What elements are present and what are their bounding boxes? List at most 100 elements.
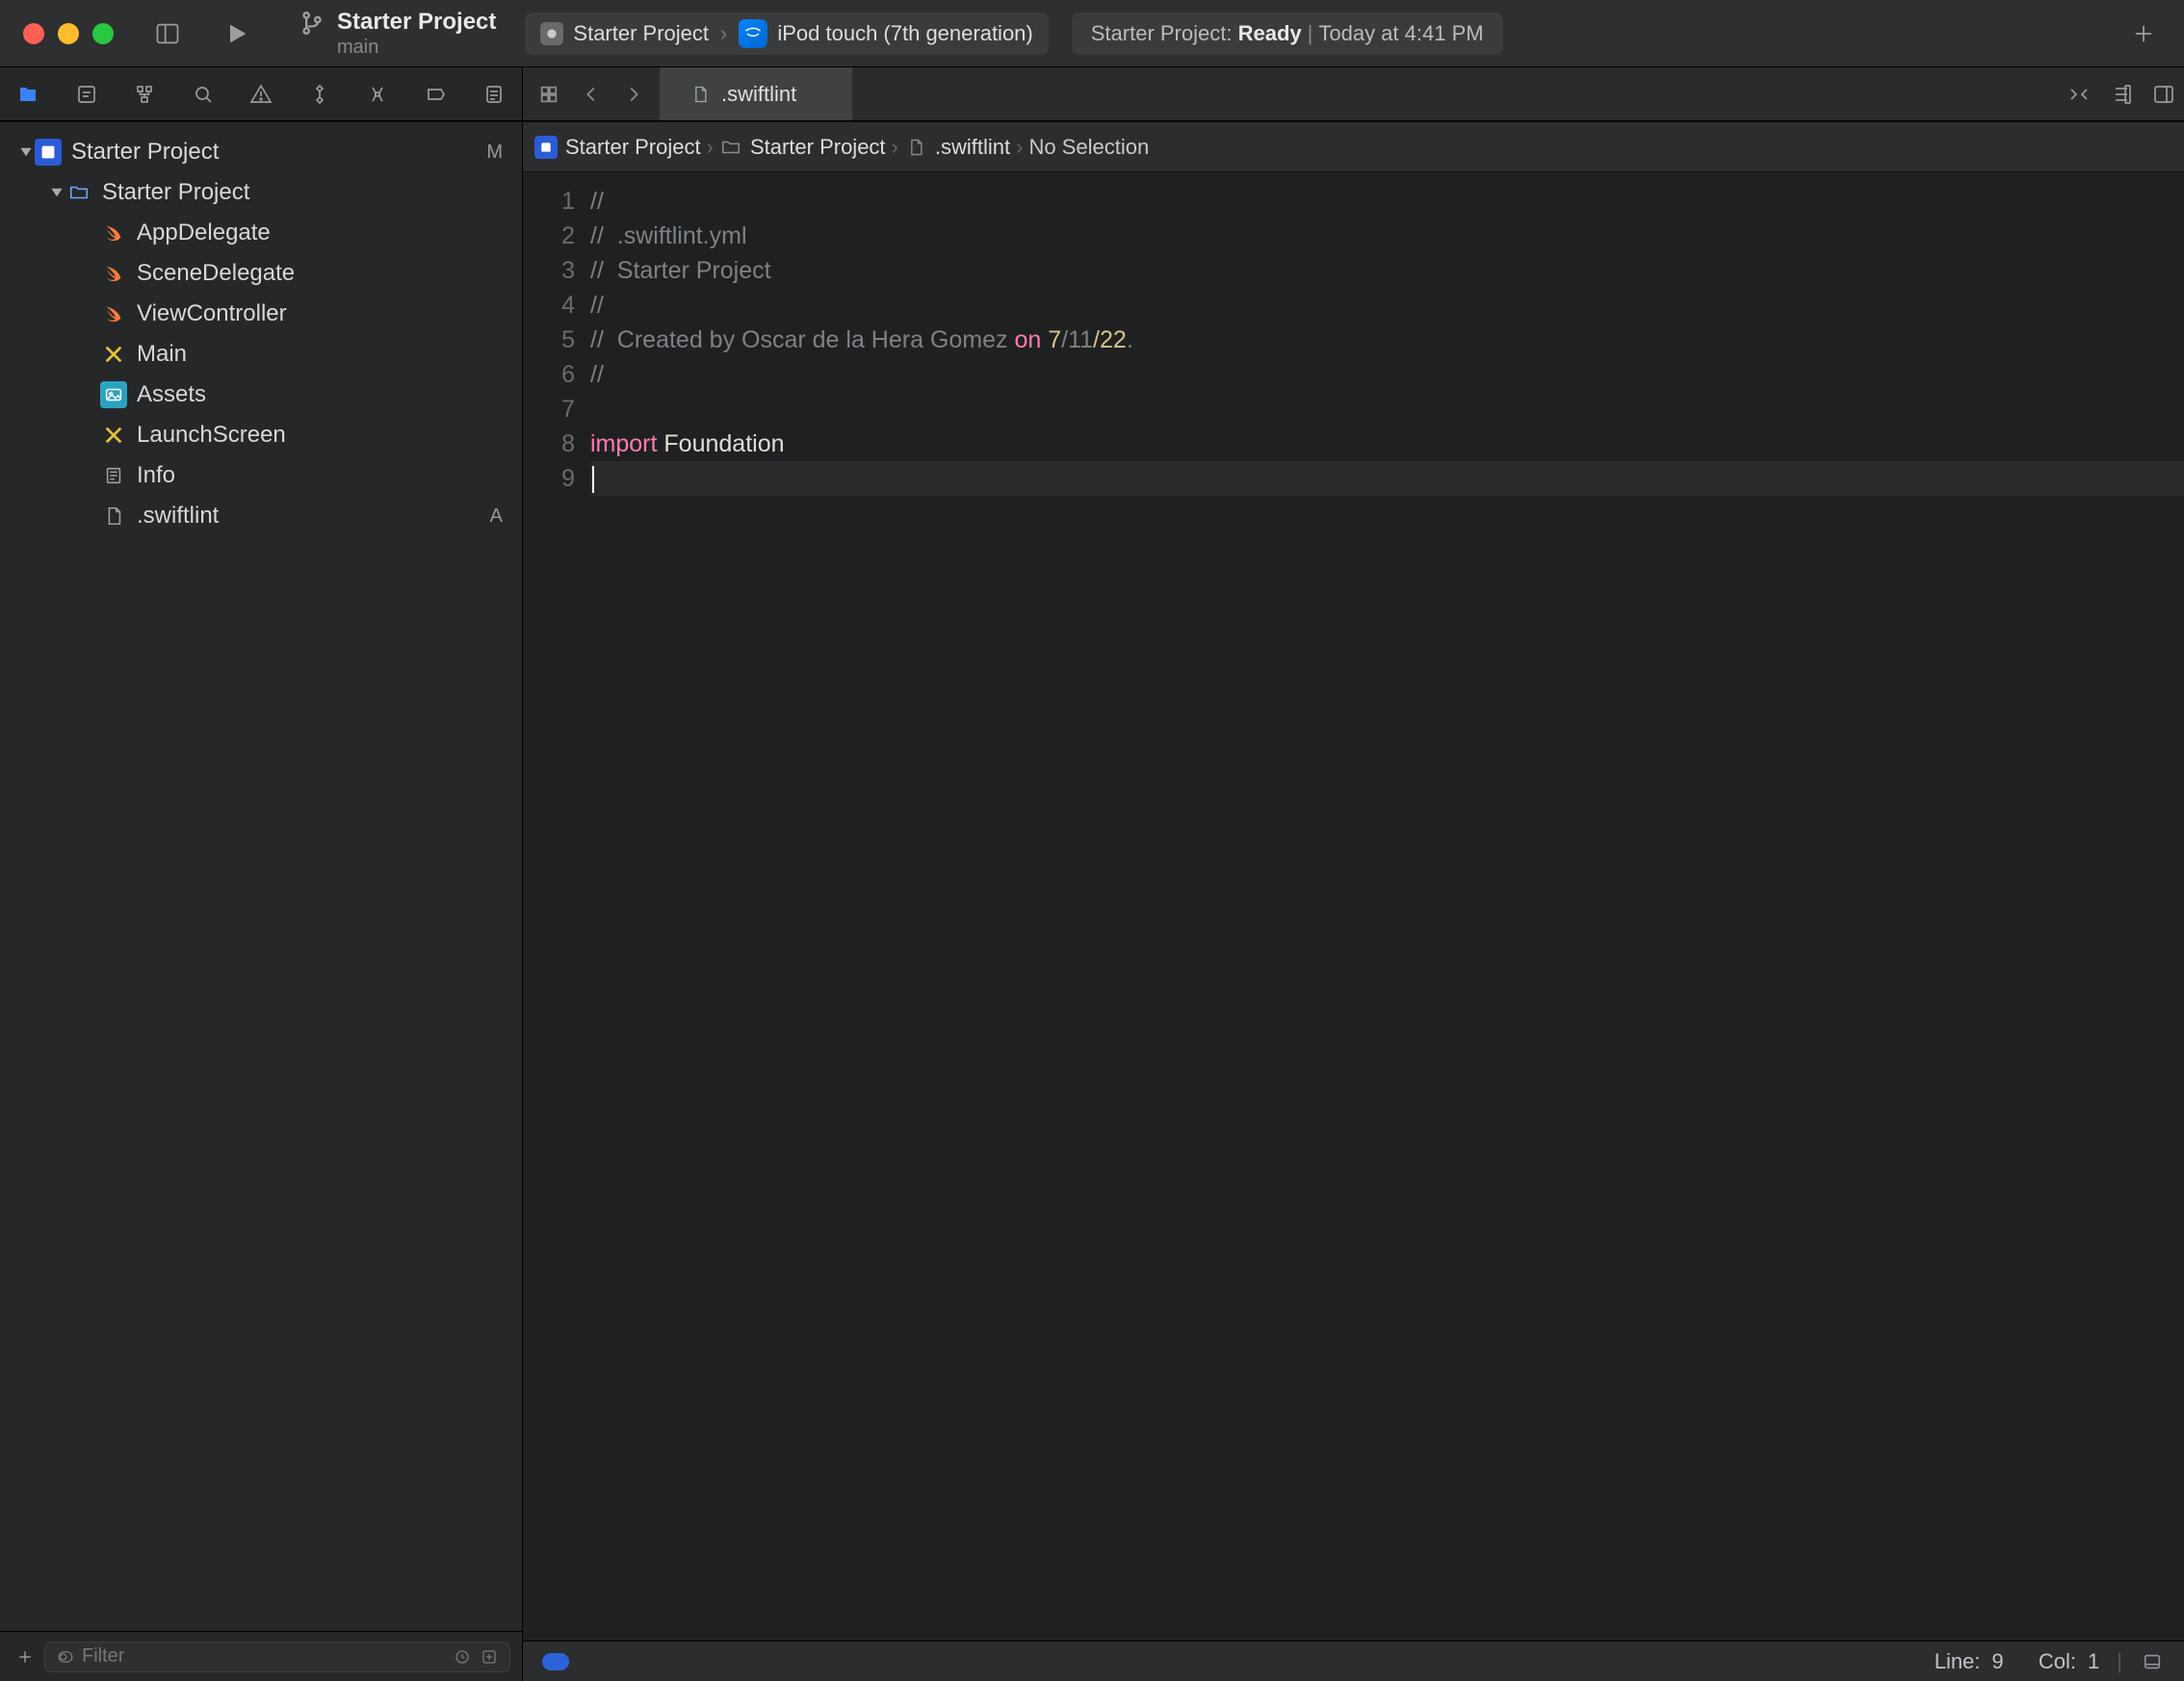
code-line: //	[590, 188, 604, 215]
open-tab-filename: .swiftlint	[721, 82, 796, 107]
minimap-toggle[interactable]	[542, 1653, 569, 1670]
code-editor[interactable]: 1 2 3 4 5 6 7 8 9 // // .swiftlint.yml /…	[523, 172, 2184, 1641]
tab-right-icons	[2051, 67, 2184, 120]
chevron-down-icon[interactable]	[48, 186, 65, 199]
issues-navigator-icon[interactable]	[247, 80, 275, 109]
tests-navigator-icon[interactable]	[305, 80, 334, 109]
path-bar: Starter Project › Starter Project › .swi…	[523, 122, 2184, 172]
path-project[interactable]: Starter Project	[534, 135, 701, 160]
line-gutter: 1 2 3 4 5 6 7 8 9	[523, 172, 585, 1641]
project-navigator: Starter Project M Starter Project AppD	[0, 122, 523, 1681]
filter-field[interactable]	[44, 1642, 510, 1672]
path-project-label: Starter Project	[565, 135, 701, 160]
recent-filter-icon[interactable]	[452, 1646, 473, 1668]
assets-icon	[100, 381, 127, 408]
status-time: Today at 4:41 PM	[1318, 21, 1483, 46]
folder-icon	[65, 179, 92, 206]
chevron-down-icon[interactable]	[17, 145, 35, 159]
nav-back-icon[interactable]	[579, 82, 604, 107]
tree-row-group[interactable]: Starter Project	[0, 172, 522, 213]
path-group[interactable]: Starter Project	[719, 135, 886, 160]
line-number: 5	[523, 323, 575, 357]
tree-row-file-main[interactable]: Main	[0, 334, 522, 375]
open-tab[interactable]: .swiftlint	[660, 67, 852, 120]
add-file-button[interactable]	[12, 1643, 39, 1670]
add-target-plus-icon[interactable]	[2128, 18, 2159, 49]
toggle-inspector-icon[interactable]	[2149, 80, 2178, 109]
symbol-navigator-icon[interactable]	[130, 80, 159, 109]
current-line	[590, 461, 2184, 496]
line-number: 3	[523, 253, 575, 288]
path-file[interactable]: .swiftlint	[904, 135, 1010, 160]
status-pill[interactable]: Starter Project: Ready | Today at 4:41 P…	[1072, 13, 1503, 55]
project-title: Starter Project	[337, 10, 496, 35]
filter-input[interactable]	[82, 1645, 446, 1668]
cursor-col-label: Col:	[2039, 1649, 2076, 1674]
tree-row-file-launchscreen[interactable]: LaunchScreen	[0, 415, 522, 455]
titlebar: Starter Project main Starter Project › i…	[0, 0, 2184, 67]
text-file-icon	[100, 503, 127, 530]
toggle-editor-mode-icon[interactable]	[2065, 80, 2093, 109]
path-selection-label[interactable]: No Selection	[1028, 135, 1149, 160]
chevron-right-icon: ›	[720, 21, 727, 46]
code-content[interactable]: // // .swiftlint.yml // Starter Project …	[585, 172, 2184, 1641]
editor-layout-icon[interactable]	[2140, 1649, 2165, 1674]
reports-navigator-icon[interactable]	[480, 80, 508, 109]
tree-item-label: Starter Project	[102, 179, 474, 206]
filter-scope-icon[interactable]	[55, 1646, 76, 1668]
code-line: //	[590, 292, 604, 319]
traffic-lights	[0, 23, 114, 44]
scheme-app-icon	[540, 22, 563, 45]
editor-footer: Line: 9 Col: 1 |	[523, 1641, 2184, 1681]
recent-files-icon[interactable]	[536, 82, 561, 107]
nav-forward-icon[interactable]	[621, 82, 646, 107]
status-prefix: Starter Project:	[1091, 21, 1233, 46]
scheme-selector[interactable]: Starter Project › iPod touch (7th genera…	[525, 13, 1048, 55]
tree-row-file-viewcontroller[interactable]: ViewController	[0, 294, 522, 334]
tree-item-label: ViewController	[137, 300, 474, 327]
source-control-navigator-icon[interactable]	[72, 80, 101, 109]
tree-row-file-assets[interactable]: Assets	[0, 375, 522, 415]
breakpoints-navigator-icon[interactable]	[422, 80, 451, 109]
scm-filter-icon[interactable]	[479, 1646, 500, 1668]
file-icon	[689, 83, 712, 106]
project-navigator-icon[interactable]	[13, 80, 42, 109]
file-icon	[904, 136, 927, 159]
storyboard-icon	[100, 422, 127, 449]
code-line: import Foundation	[590, 430, 785, 457]
find-navigator-icon[interactable]	[189, 80, 218, 109]
editor-area: Starter Project › Starter Project › .swi…	[523, 122, 2184, 1681]
zoom-window-button[interactable]	[92, 23, 114, 44]
code-line: // Created by Oscar de la Hera Gomez on …	[590, 326, 1133, 353]
toggle-sidebar-icon[interactable]	[152, 18, 183, 49]
cursor-col-value: 1	[2088, 1649, 2099, 1674]
text-cursor	[592, 466, 594, 493]
xcodeproj-icon	[534, 136, 558, 159]
line-number: 2	[523, 219, 575, 253]
tree-item-label: Starter Project	[71, 139, 474, 166]
tree-row-file-info[interactable]: Info	[0, 455, 522, 496]
tab-area: .swiftlint	[523, 67, 2184, 120]
simulator-icon	[739, 19, 767, 48]
tree-row-root[interactable]: Starter Project M	[0, 132, 522, 172]
minimize-window-button[interactable]	[58, 23, 79, 44]
titlebar-right	[2128, 18, 2159, 49]
code-line: // .swiftlint.yml	[590, 222, 747, 249]
chevron-right-icon: ›	[1016, 135, 1023, 160]
debug-navigator-icon[interactable]	[363, 80, 392, 109]
tree-row-file-scenedelegate[interactable]: SceneDelegate	[0, 253, 522, 294]
tree-row-file-swiftlint[interactable]: .swiftlint A	[0, 496, 522, 536]
line-number: 6	[523, 357, 575, 392]
line-number: 7	[523, 392, 575, 427]
run-button-icon[interactable]	[221, 18, 252, 49]
tab-nav-left	[523, 67, 660, 120]
tree-row-file-appdelegate[interactable]: AppDelegate	[0, 213, 522, 253]
adjust-editor-options-icon[interactable]	[2107, 80, 2136, 109]
line-number: 4	[523, 288, 575, 323]
titlebar-left-controls	[152, 18, 252, 49]
close-window-button[interactable]	[23, 23, 44, 44]
cursor-line-value: 9	[1991, 1649, 2003, 1674]
secondary-bar: .swiftlint	[0, 67, 2184, 121]
file-tree: Starter Project M Starter Project AppD	[0, 122, 522, 1631]
cursor-line-label: Line:	[1935, 1649, 1981, 1674]
